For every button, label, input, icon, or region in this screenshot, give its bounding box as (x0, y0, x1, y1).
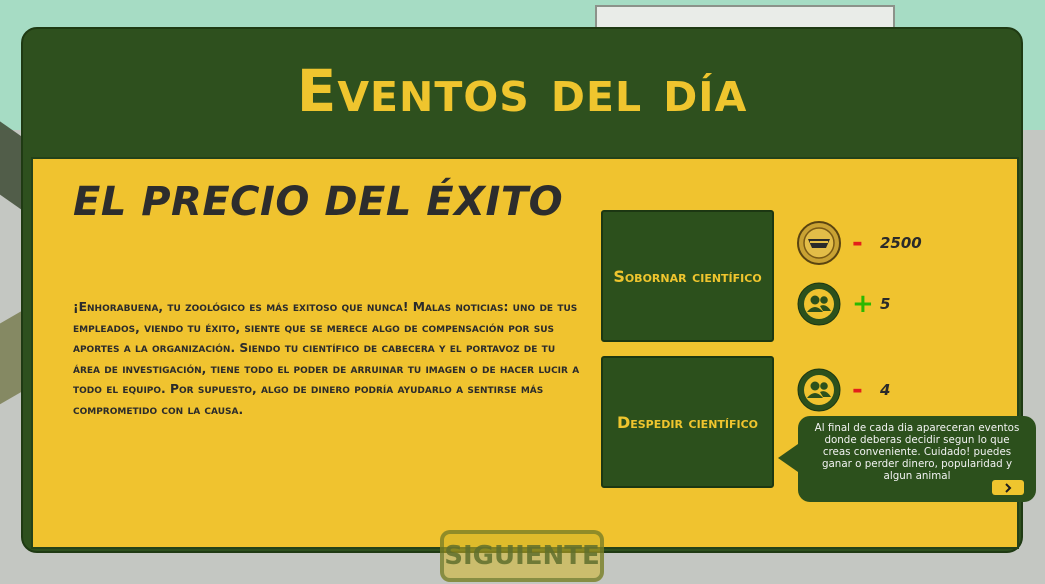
effect-sign: - (852, 375, 863, 405)
effect-staff: - 4 (796, 367, 890, 413)
tooltip-text: Al final de cada dia apareceran eventos … (814, 422, 1020, 482)
staff-icon (797, 282, 841, 326)
next-button[interactable]: SIGUIENTE (440, 530, 604, 582)
effect-staff: + 5 (796, 281, 890, 327)
effect-value: 2500 (880, 234, 922, 252)
tooltip-next-button[interactable] (992, 480, 1024, 495)
fire-scientist-button[interactable]: Despedir científico (601, 356, 774, 488)
coin-icon (797, 221, 841, 265)
event-title: EL PRECIO DEL ÉXITO (73, 179, 564, 225)
bribe-scientist-button[interactable]: Sobornar científico (601, 210, 774, 342)
effect-value: 4 (880, 381, 891, 399)
chevron-right-icon (1005, 482, 1012, 493)
effect-value: 5 (880, 295, 891, 313)
tutorial-tooltip: Al final de cada dia apareceran eventos … (778, 416, 1036, 502)
next-button-label: SIGUIENTE (444, 541, 600, 571)
effect-money: - 2500 (796, 220, 922, 266)
event-description: ¡Enhorabuena, tu zoológico es más exitos… (73, 300, 580, 417)
effect-sign: - (852, 228, 863, 258)
option-label: Sobornar científico (613, 266, 762, 286)
panel-title: Eventos del día (296, 57, 748, 125)
effect-sign: + (852, 289, 874, 319)
staff-icon (797, 368, 841, 412)
option-label: Despedir científico (616, 412, 759, 432)
